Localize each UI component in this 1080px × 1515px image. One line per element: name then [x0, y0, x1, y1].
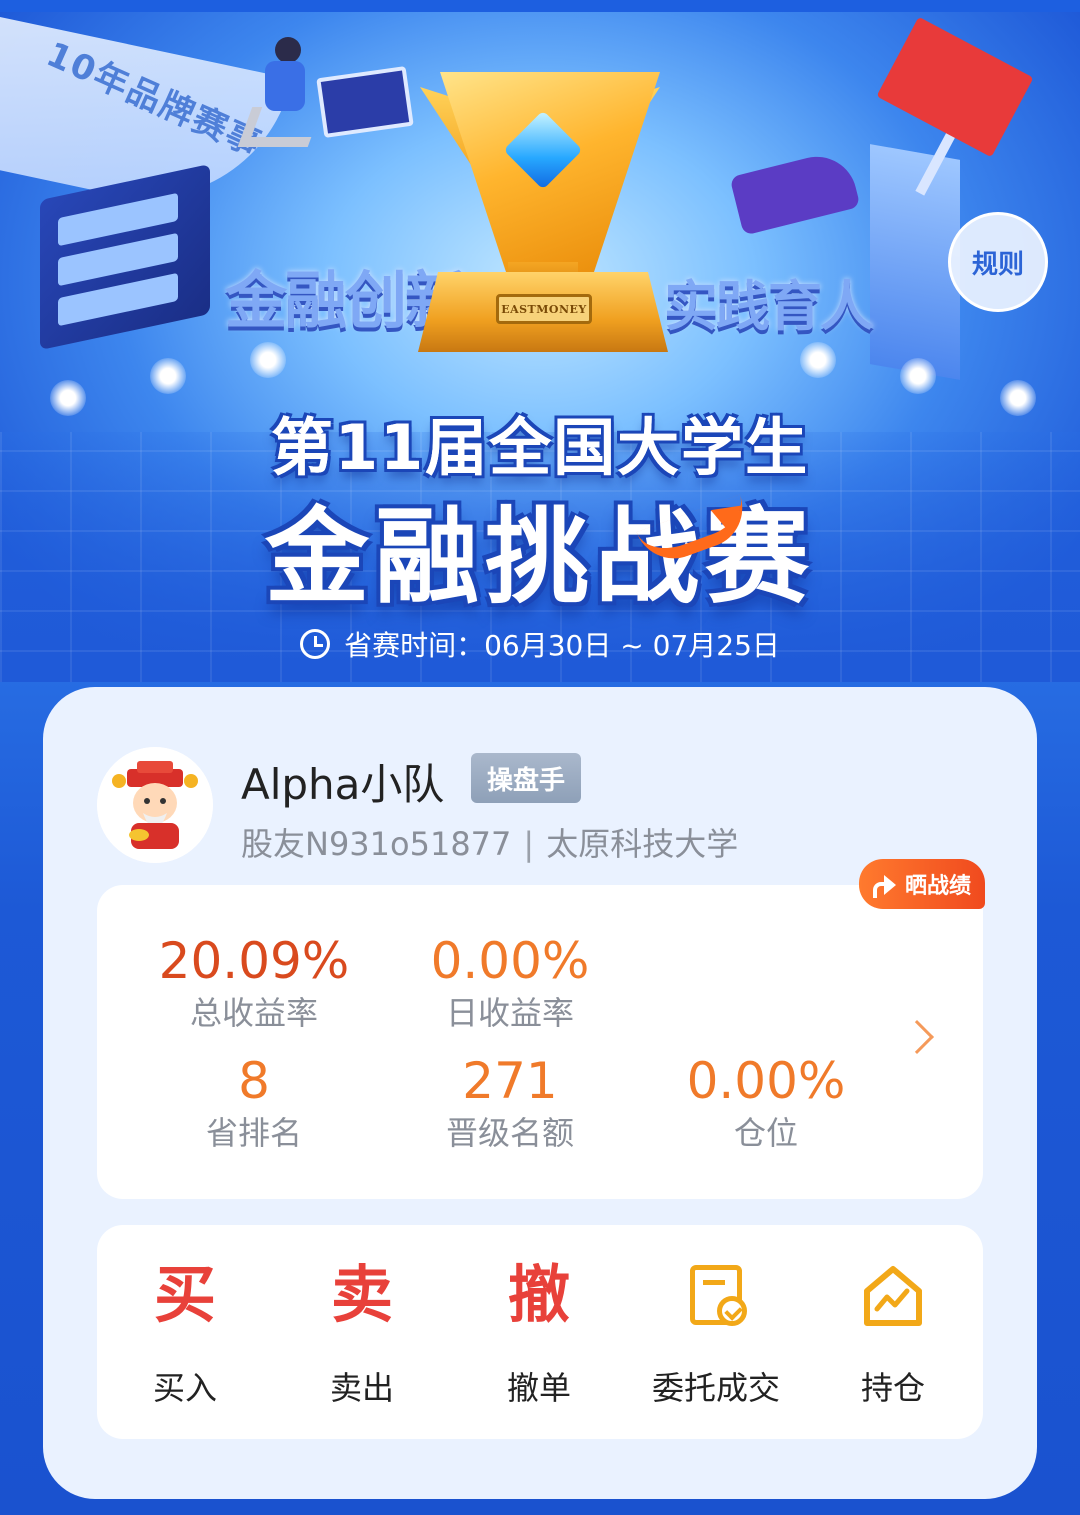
stage-light: [900, 358, 936, 394]
stat-value: 20.09%: [158, 932, 350, 990]
user-info-line: 股友N931o51877 | 太原科技大学: [241, 819, 738, 865]
graduation-cap-icon: [729, 148, 861, 236]
chevron-right-icon[interactable]: [900, 1020, 934, 1054]
contest-time-row: 省赛时间： 06月30日 ~ 07月25日: [0, 624, 1080, 664]
runner-illustration: [235, 37, 325, 157]
trophy-plate-logo: EASTMONEY: [496, 294, 592, 324]
share-results-label: 晒战绩: [904, 874, 971, 899]
user-id: 股友N931o51877: [241, 825, 512, 863]
sell-icon: 卖: [330, 1258, 393, 1331]
team-name: Alpha小队: [241, 760, 445, 809]
sell-button[interactable]: 卖 卖出: [274, 1255, 450, 1409]
event-title-line2: 金融挑战赛: [264, 496, 815, 618]
role-badge: 操盘手: [471, 753, 582, 803]
share-icon: [871, 873, 897, 898]
contest-time-value: 06月30日 ~ 07月25日: [484, 629, 780, 662]
sell-label: 卖出: [329, 1369, 394, 1407]
avatar[interactable]: [97, 747, 213, 863]
holdings-button[interactable]: 持仓: [805, 1255, 981, 1409]
orders-trades-button[interactable]: 委托成交: [628, 1255, 804, 1409]
holdings-label: 持仓: [860, 1369, 925, 1407]
stat-value: 8: [238, 1052, 270, 1110]
top-bar: [0, 0, 1080, 12]
orders-trades-label: 委托成交: [651, 1369, 780, 1407]
cancel-order-button[interactable]: 撤 撤单: [451, 1255, 627, 1409]
school-name: 太原科技大学: [546, 825, 739, 863]
stat-label: 仓位: [733, 1114, 798, 1152]
stat-label: 总收益率: [189, 994, 318, 1032]
hero-banner: 10年品牌赛事 金融创新 实践育人 EASTMONEY 规则 第11届全国大学生: [0, 12, 1080, 682]
laptop-illustration: [316, 66, 414, 138]
stage-light: [150, 358, 186, 394]
holding-house-icon: [861, 1263, 925, 1329]
flag-illustration: [876, 16, 1034, 158]
buy-button[interactable]: 买 买入: [97, 1255, 273, 1409]
building-right-illustration: [870, 144, 960, 380]
stage-light: [800, 342, 836, 378]
stat-total-return: 20.09% 总收益率: [144, 931, 364, 1035]
clock-icon: [300, 629, 331, 659]
stat-province-rank: 8 省排名: [144, 1051, 364, 1155]
stat-promotion-quota: 271 晋级名额: [400, 1051, 620, 1155]
contest-time-label: 省赛时间：: [344, 629, 485, 662]
cancel-order-icon: 撤: [507, 1258, 570, 1331]
stat-label: 晋级名额: [445, 1114, 574, 1152]
stage-light: [250, 342, 286, 378]
stat-value: 271: [462, 1052, 558, 1110]
buy-icon: 买: [153, 1258, 216, 1331]
cancel-order-label: 撤单: [506, 1369, 571, 1407]
account-card: Alpha小队 操盘手 股友N931o51877 | 太原科技大学 晒战绩 20.0…: [43, 687, 1037, 1499]
trade-actions: 买 买入 卖 卖出 撤 撤单 委托成交 持仓: [97, 1225, 983, 1439]
buy-label: 买入: [152, 1369, 217, 1407]
stat-daily-return: 0.00% 日收益率: [400, 931, 620, 1035]
stat-position: 0.00% 仓位: [656, 1051, 876, 1155]
building-left-illustration: [40, 163, 210, 351]
stats-panel[interactable]: 晒战绩 20.09% 总收益率 0.00% 日收益率 8 省排名 271 晋级名…: [97, 859, 985, 1199]
stat-value: 0.00%: [430, 932, 590, 990]
stat-label: 日收益率: [445, 994, 574, 1032]
rules-button[interactable]: 规则: [948, 212, 1048, 312]
page: 10年品牌赛事 金融创新 实践育人 EASTMONEY 规则 第11届全国大学生: [0, 0, 1080, 1515]
separator: |: [523, 825, 535, 863]
slogan-right: 实践育人: [664, 275, 874, 338]
stat-value: 0.00%: [686, 1052, 846, 1110]
order-doc-icon: [690, 1265, 747, 1326]
share-results-button[interactable]: 晒战绩: [858, 859, 985, 909]
stat-label: 省排名: [205, 1114, 302, 1152]
